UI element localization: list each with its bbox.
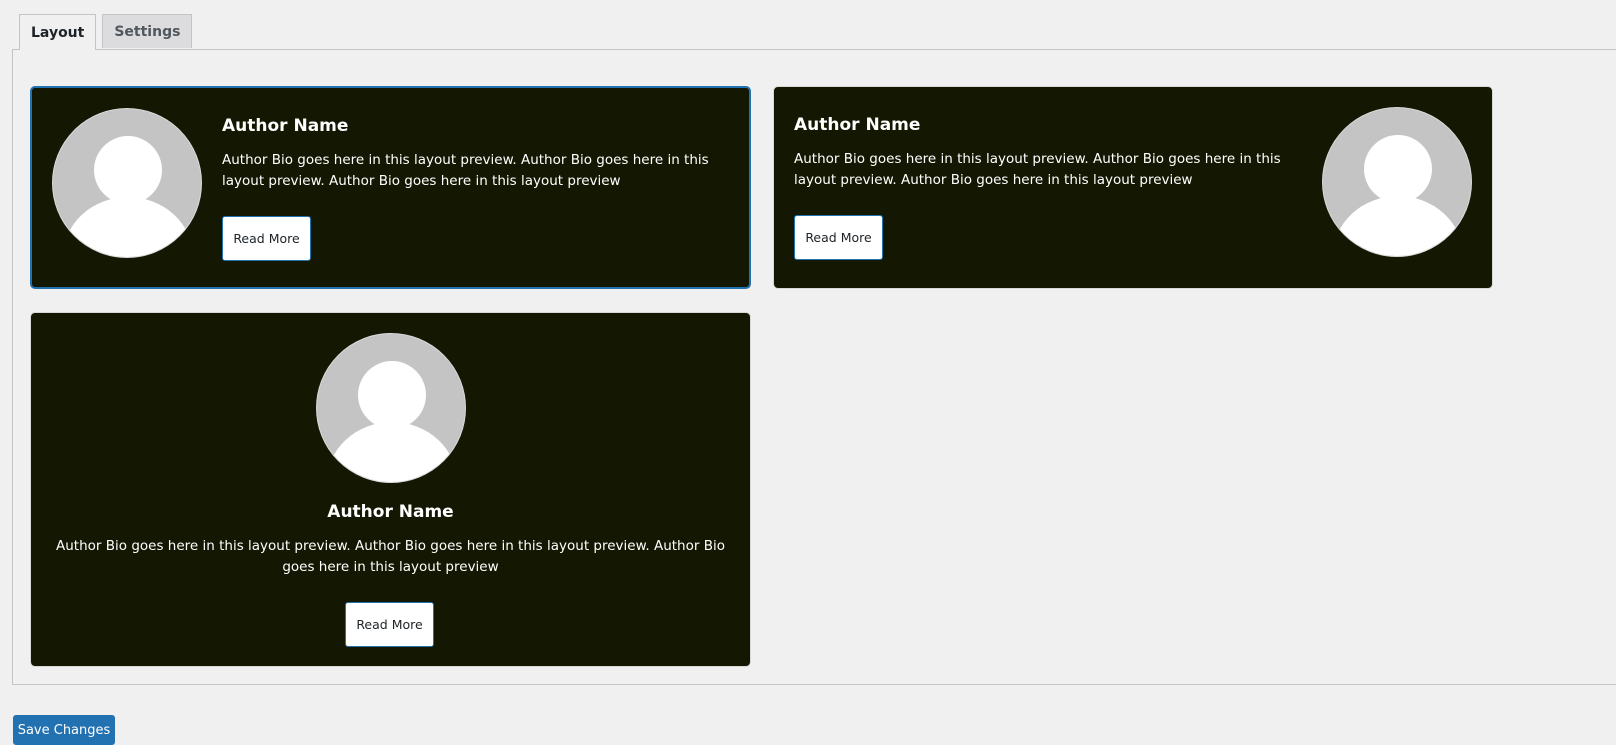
layout-card-image-left[interactable]: Author Name Author Bio goes here in this…: [30, 86, 751, 289]
read-more-button[interactable]: Read More: [794, 215, 883, 260]
tab-layout[interactable]: Layout: [19, 14, 97, 50]
author-name: Author Name: [222, 116, 349, 136]
author-bio: Author Bio goes here in this layout prev…: [56, 538, 725, 575]
author-bio: Author Bio goes here in this layout prev…: [794, 151, 1281, 188]
author-name: Author Name: [794, 115, 921, 135]
author-bio: Author Bio goes here in this layout prev…: [222, 152, 709, 189]
layout-card-image-right[interactable]: Author Name Author Bio goes here in this…: [773, 86, 1493, 289]
tab-settings[interactable]: Settings: [102, 14, 193, 48]
user-avatar-placeholder-icon: [316, 333, 466, 483]
user-avatar-placeholder-icon: [1322, 107, 1472, 257]
author-name: Author Name: [327, 502, 454, 522]
read-more-button[interactable]: Read More: [222, 216, 311, 261]
user-avatar-placeholder-icon: [52, 108, 202, 258]
read-more-button[interactable]: Read More: [345, 602, 434, 647]
tab-bar: Layout Settings: [19, 14, 198, 50]
layout-card-image-top[interactable]: Author Name Author Bio goes here in this…: [30, 312, 751, 667]
save-changes-button[interactable]: Save Changes: [13, 715, 115, 745]
